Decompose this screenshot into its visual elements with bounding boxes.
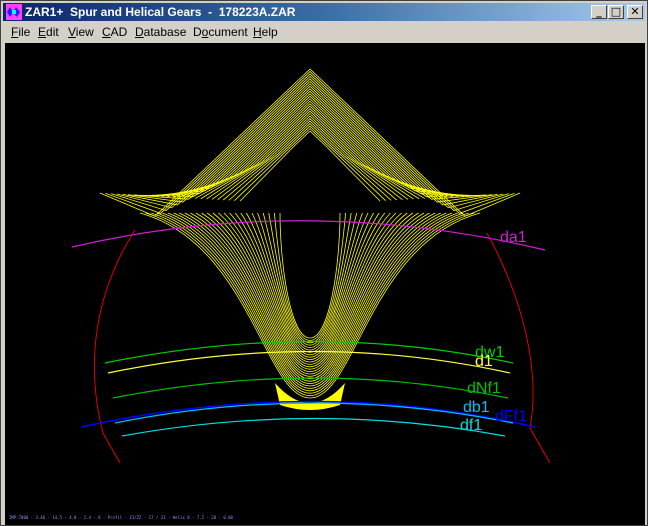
- menu-file[interactable]: File: [11, 25, 30, 39]
- label-dFf1: dFf1: [495, 408, 527, 425]
- menu-help-mnemonic: H: [253, 25, 262, 39]
- minimize-button[interactable]: _: [591, 5, 607, 19]
- label-dNf1: dNf1: [467, 380, 501, 397]
- window-title: ZAR1+ Spur and Helical Gears - 178223A.Z…: [25, 5, 296, 19]
- menu-bar: File Edit View CAD Database Document Hel…: [3, 23, 645, 41]
- tooth-line: [211, 118, 409, 351]
- menu-edit-mnemonic: E: [38, 25, 47, 39]
- status-line: IMP:7000 - 3.46 - 14.5 - 4.0 - 2.4 - 8 -…: [9, 515, 233, 520]
- tooth-root-fillet: [275, 383, 345, 410]
- menu-cad-mnemonic: C: [102, 25, 111, 39]
- menu-database-mnemonic: D: [135, 25, 144, 39]
- label-d1: d1: [475, 353, 493, 370]
- label-da1: da1: [500, 229, 527, 246]
- circle-df1: [121, 417, 506, 437]
- menu-view[interactable]: View: [68, 25, 94, 39]
- label-df1: df1: [460, 417, 482, 434]
- tooth-line: [206, 115, 414, 353]
- menu-document-pre: D: [193, 25, 202, 39]
- gear-drawing: da1 dw1 d1 dNf1 db1 dFf1 df1: [71, 68, 551, 464]
- tooth-line: [228, 125, 392, 344]
- label-db1: db1: [463, 399, 490, 416]
- menu-edit[interactable]: Edit: [38, 25, 59, 39]
- title-bar[interactable]: ZAR1+ Spur and Helical Gears - 178223A.Z…: [3, 3, 645, 21]
- application-window: ZAR1+ Spur and Helical Gears - 178223A.Z…: [0, 0, 648, 526]
- menu-view-mnemonic: V: [68, 25, 76, 39]
- menu-document[interactable]: Document: [193, 25, 248, 39]
- tooth-line: [239, 130, 381, 339]
- maximize-button[interactable]: □: [608, 5, 624, 19]
- drawing-canvas[interactable]: da1 dw1 d1 dNf1 db1 dFf1 df1 IMP:7000 - …: [5, 43, 645, 525]
- menu-help[interactable]: Help: [253, 25, 278, 39]
- menu-cad[interactable]: CAD: [102, 25, 127, 39]
- circle-da1: [71, 220, 546, 251]
- menu-view-rest: iew: [75, 25, 94, 39]
- menu-edit-rest: dit: [46, 25, 59, 39]
- tooth-line: [105, 70, 515, 397]
- app-icon: [6, 4, 22, 20]
- menu-help-rest: elp: [261, 25, 278, 39]
- menu-database-rest: atabase: [143, 25, 187, 39]
- menu-cad-rest: AD: [110, 25, 128, 39]
- menu-document-rest: cument: [208, 25, 248, 39]
- tooth-generation-lines: [99, 68, 521, 410]
- menu-file-rest: ile: [18, 25, 31, 39]
- close-button[interactable]: ✕: [627, 5, 643, 19]
- menu-database[interactable]: Database: [135, 25, 186, 39]
